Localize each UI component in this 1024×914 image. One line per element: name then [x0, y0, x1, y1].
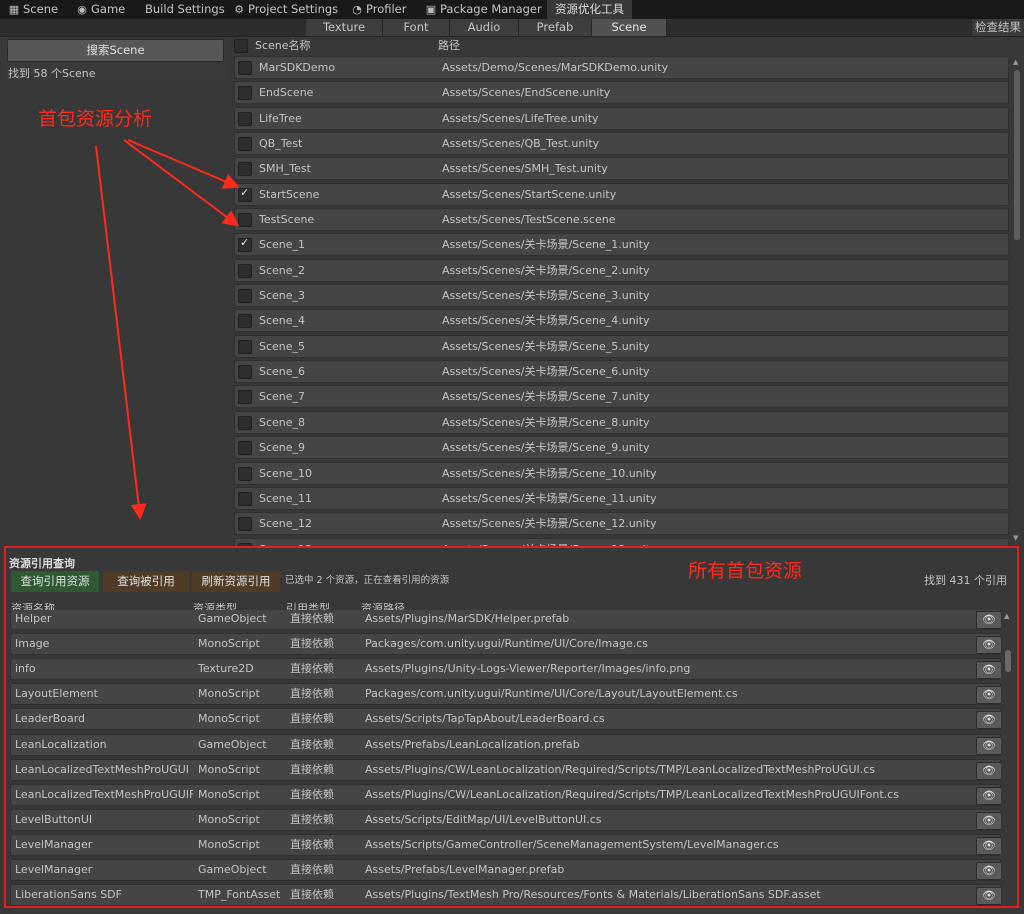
selection-status: 已选中 2 个资源，正在查看引用的资源 — [285, 575, 450, 586]
eye-icon[interactable]: 👁 — [976, 811, 1001, 830]
reference-row[interactable]: LeanLocalizedTextMeshProUGUIFont MonoScri… — [10, 783, 1001, 806]
arrow-to-startscene — [127, 139, 240, 189]
resource-name: LevelButtonUI — [15, 812, 93, 826]
reference-row[interactable]: Helper GameObject 直接依赖 Assets/Plugins/MarSD… — [10, 610, 1001, 630]
arrow-to-ref-section — [95, 145, 147, 520]
resource-type: MonoScript — [198, 812, 260, 826]
resource-path: Assets/Prefabs/LevelManager.prefab — [365, 863, 565, 876]
resource-path: Assets/Plugins/MarSDK/Helper.prefab — [365, 612, 570, 625]
eye-icon[interactable]: 👁 — [976, 661, 1001, 680]
resource-path: Assets/Plugins/Unity-Logs-Viewer/Reporte… — [365, 662, 691, 676]
eye-icon[interactable]: 👁 — [976, 862, 1001, 880]
resource-type: TMP_FontAsset — [198, 888, 281, 902]
resource-type: MonoScript — [198, 837, 260, 851]
resource-name: LiberationSans SDF — [15, 888, 122, 902]
scrollbar-thumb[interactable] — [1005, 650, 1011, 672]
resource-type: GameObject — [198, 863, 267, 876]
resource-path: Packages/com.unity.ugui/Runtime/UI/Core/… — [365, 687, 738, 701]
resource-type: MonoScript — [198, 787, 260, 801]
eye-icon[interactable]: 👁 — [976, 887, 1001, 906]
reference-type: 直接依赖 — [290, 863, 334, 876]
resource-path: Assets/Scripts/GameController/SceneManag… — [365, 837, 779, 851]
scroll-up-icon[interactable]: ▲ — [1004, 612, 1009, 620]
reference-row[interactable]: LeanLocalizedTextMeshProUGUI MonoScript 直接… — [10, 758, 1001, 781]
resource-path: Assets/Scripts/EditMap/UI/LevelButtonUI.… — [365, 812, 602, 826]
reference-row[interactable]: LevelManager GameObject 直接依赖 Assets/Prefabs… — [10, 859, 1001, 881]
reference-type: 直接依赖 — [290, 637, 334, 651]
eye-icon[interactable]: 👁 — [976, 711, 1001, 730]
reference-row[interactable]: LevelManager MonoScript 直接依赖 Assets/Scripts… — [10, 833, 1001, 856]
eye-icon[interactable]: 👁 — [976, 686, 1001, 705]
resource-path: Assets/Scripts/TapTapAbout/LeaderBoard.c… — [365, 712, 605, 726]
reference-type: 直接依赖 — [290, 662, 334, 676]
query-referenced-by-button[interactable]: 查询被引用 — [103, 571, 189, 592]
eye-icon[interactable]: 👁 — [976, 761, 1001, 780]
resource-type: MonoScript — [198, 637, 260, 651]
resource-type: MonoScript — [198, 712, 260, 726]
resource-type: Texture2D — [198, 662, 254, 676]
resource-path: Assets/Plugins/CW/LeanLocalization/Requi… — [365, 787, 899, 801]
resource-name: LeanLocalizedTextMeshProUGUIFont — [15, 787, 193, 801]
resource-reference-section: 资源引用查询 查询引用资源 查询被引用 刷新资源引用 已选中 2 个资源，正在查… — [4, 546, 1019, 908]
resource-type: GameObject — [198, 737, 267, 751]
resource-name: LeaderBoard — [15, 712, 86, 726]
resource-name: LayoutElement — [15, 687, 98, 701]
resource-name: LeanLocalizedTextMeshProUGUI — [15, 762, 190, 776]
eye-icon[interactable]: 👁 — [976, 636, 1001, 655]
reference-row[interactable]: Image MonoScript 直接依赖 Packages/com.unity.ug… — [10, 633, 1001, 656]
reference-type: 直接依赖 — [290, 612, 334, 625]
resource-type: MonoScript — [198, 762, 260, 776]
resource-name: LevelManager — [15, 863, 93, 876]
eye-icon[interactable]: 👁 — [976, 786, 1001, 805]
reference-type: 直接依赖 — [290, 837, 334, 851]
reference-list: Helper GameObject 直接依赖 Assets/Plugins/MarSD… — [10, 610, 1001, 906]
reference-list-scrollbar[interactable]: ▲ — [1003, 612, 1013, 902]
resource-type: MonoScript — [198, 687, 260, 701]
resource-path: Assets/Plugins/TextMesh Pro/Resources/Fo… — [365, 888, 821, 902]
reference-row[interactable]: LiberationSans SDF TMP_FontAsset 直接依赖 Asset… — [10, 884, 1001, 906]
reference-row[interactable]: LevelButtonUI MonoScript 直接依赖 Assets/Script… — [10, 808, 1001, 831]
reference-type: 直接依赖 — [290, 888, 334, 902]
resource-path: Assets/Prefabs/LeanLocalization.prefab — [365, 737, 580, 751]
annotation-all-first-pack: 所有首包资源 — [688, 560, 803, 582]
reference-type: 直接依赖 — [290, 687, 334, 701]
eye-icon[interactable]: 👁 — [976, 836, 1001, 855]
section-title: 资源引用查询 — [9, 557, 75, 570]
arrow-to-scene1 — [123, 139, 240, 227]
resource-name: Helper — [15, 612, 52, 625]
resource-name: info — [15, 662, 36, 676]
reference-row[interactable]: info Texture2D 直接依赖 Assets/Plugins/Unity-Lo… — [10, 658, 1001, 681]
reference-type: 直接依赖 — [290, 712, 334, 726]
reference-type: 直接依赖 — [290, 737, 334, 751]
reference-row[interactable]: LeaderBoard MonoScript 直接依赖 Assets/Scripts/… — [10, 708, 1001, 731]
reference-type: 直接依赖 — [290, 787, 334, 801]
reference-row[interactable]: LayoutElement MonoScript 直接依赖 Packages/com.… — [10, 683, 1001, 706]
reference-row[interactable]: LeanLocalization GameObject 直接依赖 Assets/Pre… — [10, 733, 1001, 756]
reference-count: 找到 431 个引用 — [924, 574, 1007, 587]
resource-type: GameObject — [198, 612, 267, 625]
reference-type: 直接依赖 — [290, 812, 334, 826]
resource-name: Image — [15, 637, 50, 651]
resource-name: LeanLocalization — [15, 737, 107, 751]
resource-name: LevelManager — [15, 837, 93, 851]
refresh-references-button[interactable]: 刷新资源引用 — [192, 571, 280, 592]
eye-icon[interactable]: 👁 — [976, 736, 1001, 755]
eye-icon[interactable]: 👁 — [976, 611, 1001, 629]
resource-path: Assets/Plugins/CW/LeanLocalization/Requi… — [365, 762, 876, 776]
query-references-button[interactable]: 查询引用资源 — [11, 571, 99, 592]
reference-type: 直接依赖 — [290, 762, 334, 776]
resource-path: Packages/com.unity.ugui/Runtime/UI/Core/… — [365, 637, 649, 651]
